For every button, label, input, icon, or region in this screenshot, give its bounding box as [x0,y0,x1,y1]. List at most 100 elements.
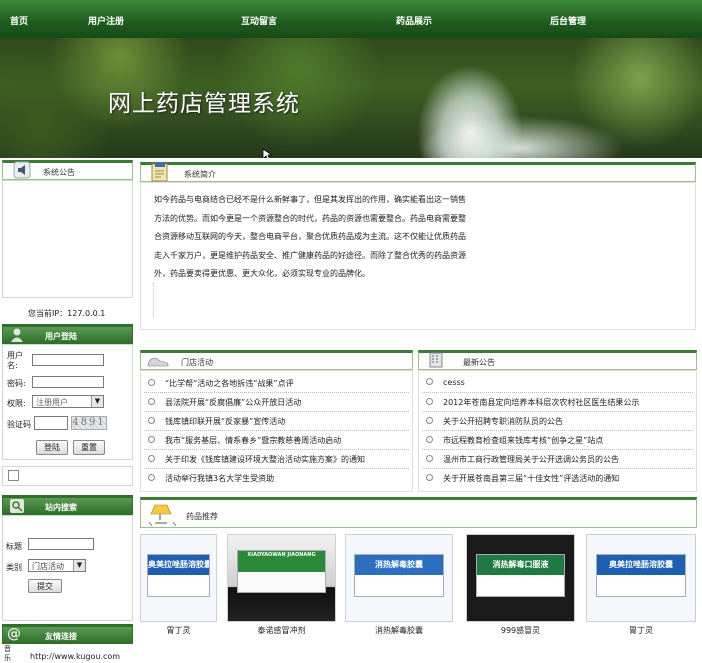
nav-drugs[interactable]: 药品展示 [396,14,432,27]
role-value: 注册用户 [36,398,68,407]
intro-line: 走入千家万户，更是维护药品安全、推广健康药品的好途径。而除了整合优秀的药品资源 [154,250,466,260]
search-input[interactable] [28,538,94,550]
store-item[interactable]: 我市“服务基层、情系春乡”暨宗教慈善周活动启动 [148,435,341,446]
news-item[interactable]: 关于开展苍南县第三届“十佳女性”评选活动的通知 [426,473,619,484]
news-header: 最新公告 [418,350,697,370]
divider [422,468,693,469]
news-item-text: 关于开展苍南县第三届“十佳女性”评选活动的通知 [443,474,620,483]
intro-title: 系统简介 [184,170,216,179]
username-input[interactable] [32,354,104,366]
divider [153,283,154,317]
reset-button[interactable]: 重置 [73,440,105,455]
store-item-text: 县法院开展“反腐倡廉”公众开放日活动 [165,398,302,407]
bullet-icon [426,455,433,462]
store-item[interactable]: 县法院开展“反腐倡廉”公众开放日活动 [148,397,301,408]
divider [422,411,693,412]
news-item-text: 市远程教育检查组来钱库考核“创争之星”站点 [443,436,604,445]
login-title: 用户登陆 [45,332,77,341]
bullet-icon [426,436,433,443]
bullet-icon [148,436,155,443]
search-header: 站内搜索 [2,495,133,515]
product-image[interactable]: 奥美拉唑肠溶胶囊 [140,534,217,622]
lamp-icon [148,504,177,527]
login-header: 用户登陆 [2,324,133,344]
product-image[interactable]: 奥美拉唑肠溶胶囊 [586,534,696,622]
product-image[interactable]: 消热解毒口服液 [466,534,575,622]
bullet-icon [426,398,433,405]
product-box-label: 奥美拉唑肠溶胶囊 [596,554,686,576]
nav-home[interactable]: 首页 [10,14,28,27]
nav-register[interactable]: 用户注册 [88,14,124,27]
bullet-icon [426,474,433,481]
divider [144,468,409,469]
store-header: 门店活动 [140,350,413,370]
product-box: 消热解毒胶囊 [354,553,444,597]
product-image[interactable]: 消热解毒胶囊 [345,534,453,622]
intro-panel: 如今药品与电商结合已经不是什么新鲜事了，但是其发挥出的作用，确实能看出这一销售 … [140,182,696,330]
store-item-text: 活动举行我镇3名大学生受资助 [165,474,275,483]
category-select[interactable]: 门店活动 ▼ [28,559,86,572]
divider [144,430,409,431]
role-select[interactable]: 注册用户 ▼ [32,395,104,408]
product-box-label: 奥美拉唑肠溶胶囊 [148,554,209,576]
store-item[interactable]: 活动举行我镇3名大学生受资助 [148,473,274,484]
checkbox[interactable] [8,470,19,481]
category-value: 门店活动 [32,562,64,571]
announce-header: 系统公告 [2,160,133,180]
username-label: 用户名: [7,351,23,370]
store-item[interactable]: 钱库镇印联开展“反家暴”宣传活动 [148,416,285,427]
product-name[interactable]: 泰诺感冒冲剂 [232,625,332,636]
speaker-icon [13,161,31,179]
document-icon [151,162,168,182]
divider [144,411,409,412]
product-name[interactable]: 胃丁灵 [591,625,691,636]
intro-header: 系统简介 [140,162,696,182]
divider [422,392,693,393]
product-box: 奥美拉唑肠溶胶囊 [595,553,687,597]
link-kugou[interactable]: http://www.kugou.com [30,652,120,661]
news-item-text: 温州市工商行政管理局关于公开选调公务员的公告 [443,455,619,464]
bullet-icon [148,474,155,481]
store-item[interactable]: 关于印发《钱库镇建设环境大整治活动实施方案》的通知 [148,454,365,465]
site-title: 网上药店管理系统 [108,91,300,117]
product-box: 奥美拉唑肠溶胶囊 [147,553,210,597]
password-input[interactable] [32,376,104,388]
intro-line: 外，药品要卖得更优惠、更大众化，必须实现专业的品牌化。 [154,269,370,278]
bullet-icon [148,379,155,386]
store-item[interactable]: “比学帮”活动之各地拆违“战果”点评 [148,378,294,389]
search-icon [10,499,24,513]
captcha-input[interactable] [34,416,68,430]
captcha-image[interactable]: 4891 [71,416,107,430]
login-button[interactable]: 登陆 [36,440,68,455]
nav-messages[interactable]: 互动留言 [241,14,277,27]
captcha-label: 验证码 [7,420,31,429]
links-header: @ 友情连接 [2,624,133,644]
user-icon [11,328,23,342]
product-box-label: 消热解毒胶囊 [355,554,443,576]
product-name[interactable]: 999感冒灵 [471,625,571,636]
blank-panel [2,466,133,486]
intro-line: 方法的优势。而如今更是一个资源整合的时代，药品的资源也需要整合。药品电商需要整 [154,213,466,223]
nav-admin[interactable]: 后台管理 [550,14,586,27]
search-submit-button[interactable]: 提交 [28,579,62,593]
news-item[interactable]: 2012年苍南县定向培养本科层次农村社区医生结果公示 [426,397,639,408]
product-name[interactable]: 消热解毒胶囊 [349,625,449,636]
news-item[interactable]: 关于公开招聘专职消防队员的公告 [426,416,563,427]
announce-title: 系统公告 [43,168,75,177]
chevron-down-icon: ▼ [91,396,103,407]
password-label: 密码: [7,379,26,388]
divider [422,449,693,450]
news-item[interactable]: 温州市工商行政管理局关于公开选调公务员的公告 [426,454,619,465]
divider [144,449,409,450]
news-item[interactable]: 市远程教育检查组来钱库考核“创争之星”站点 [426,435,603,446]
links-title: 友情连接 [45,632,77,641]
news-item[interactable]: cesss [426,378,465,387]
recommend-header: 药品推荐 [140,497,697,528]
intro-text: 如今药品与电商结合已经不是什么新鲜事了，但是其发挥出的作用，确实能看出这一销售 … [154,191,484,284]
product-box-label: 消热解毒口服液 [476,554,565,576]
intro-line: 合资源移动互联网的今天，整合电商平台，聚合优质药品成为主流。这不仅能让优质药品 [154,232,466,241]
product-name[interactable]: 胃丁灵 [129,625,229,636]
store-item-text: “比学帮”活动之各地拆违“战果”点评 [165,379,294,388]
product-image[interactable]: XIAOYAOWAN JIAONANG [227,534,336,622]
building-icon [429,352,443,368]
